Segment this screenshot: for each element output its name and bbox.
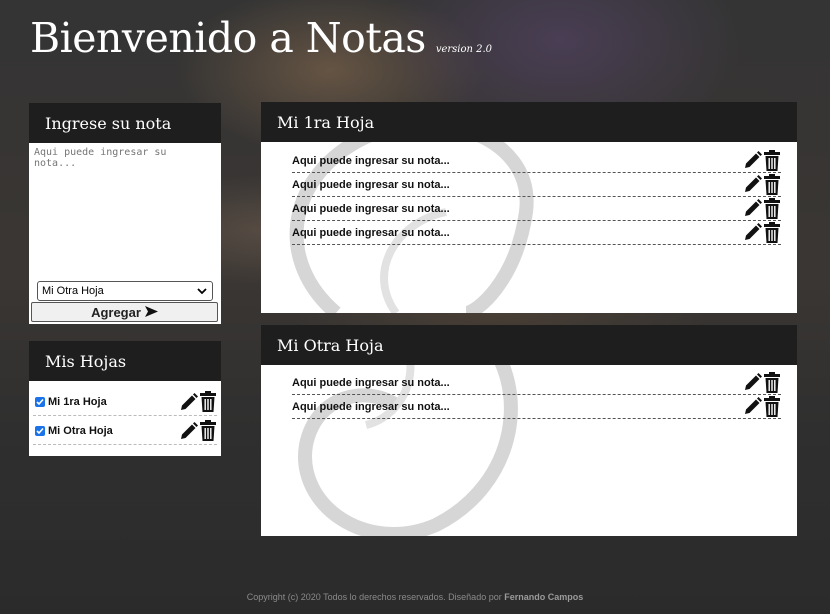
pencil-icon[interactable] <box>742 150 763 171</box>
footer-author: Fernando Campos <box>504 592 584 602</box>
trash-icon[interactable] <box>763 149 781 172</box>
add-note-button[interactable]: Agregar <box>31 302 218 322</box>
pencil-icon[interactable] <box>178 421 199 442</box>
header: Bienvenido a Notas version 2.0 <box>30 14 492 62</box>
note-input[interactable] <box>31 145 217 279</box>
pencil-icon[interactable] <box>742 372 763 393</box>
note-text: Aqui puede ingresar su nota... <box>292 376 450 389</box>
sheet-select[interactable]: Mi Otra Hoja <box>37 281 213 301</box>
pencil-icon[interactable] <box>742 174 763 195</box>
trash-icon[interactable] <box>763 371 781 394</box>
trash-icon[interactable] <box>763 221 781 244</box>
trash-icon[interactable] <box>763 395 781 418</box>
trash-icon[interactable] <box>763 197 781 220</box>
pencil-icon[interactable] <box>742 198 763 219</box>
note-row: Aqui puede ingresar su nota... <box>292 197 781 221</box>
note-row: Aqui puede ingresar su nota... <box>292 371 781 395</box>
pencil-icon[interactable] <box>178 392 199 413</box>
arrow-right-icon <box>141 305 158 320</box>
pencil-icon[interactable] <box>742 222 763 243</box>
note-text: Aqui puede ingresar su nota... <box>292 178 450 191</box>
sheet-list-label: Mi 1ra Hoja <box>48 396 107 408</box>
sheets-list-title: Mis Hojas <box>29 341 221 381</box>
note-text: Aqui puede ingresar su nota... <box>292 226 450 239</box>
note-row: Aqui puede ingresar su nota... <box>292 395 781 419</box>
sheet-card: Mi Otra Hoja Aqui puede ingresar su nota… <box>261 325 797 536</box>
sheet-list-item: Mi Otra Hoja <box>33 418 217 445</box>
sheet-visibility-checkbox[interactable] <box>35 426 45 436</box>
sheet-title: Mi Otra Hoja <box>261 325 797 365</box>
note-text: Aqui puede ingresar su nota... <box>292 400 450 413</box>
note-row: Aqui puede ingresar su nota... <box>292 173 781 197</box>
pencil-icon[interactable] <box>742 396 763 417</box>
note-row: Aqui puede ingresar su nota... <box>292 221 781 245</box>
note-entry-title: Ingrese su nota <box>29 103 221 143</box>
app-title: Bienvenido a Notas <box>30 14 426 62</box>
note-row: Aqui puede ingresar su nota... <box>292 149 781 173</box>
trash-icon[interactable] <box>199 391 217 413</box>
sheet-list-item: Mi 1ra Hoja <box>33 389 217 416</box>
note-entry-panel: Ingrese su nota Mi Otra Hoja Agregar <box>29 103 221 324</box>
chevron-down-icon <box>197 286 207 299</box>
sheet-visibility-checkbox[interactable] <box>35 397 45 407</box>
footer: Copyright (c) 2020 Todos lo derechos res… <box>0 592 830 602</box>
note-text: Aqui puede ingresar su nota... <box>292 154 450 167</box>
sheet-list-label: Mi Otra Hoja <box>48 425 113 437</box>
sheet-card: Mi 1ra Hoja Aqui puede ingresar su nota.… <box>261 102 797 313</box>
trash-icon[interactable] <box>763 173 781 196</box>
app-version: version 2.0 <box>435 44 493 55</box>
add-button-label: Agregar <box>91 304 141 320</box>
sheet-title: Mi 1ra Hoja <box>261 102 797 142</box>
trash-icon[interactable] <box>199 420 217 442</box>
sheets-list-panel: Mis Hojas Mi 1ra Hoja Mi Otra Hoja <box>29 341 221 456</box>
sheet-select-value: Mi Otra Hoja <box>42 285 104 297</box>
note-text: Aqui puede ingresar su nota... <box>292 202 450 215</box>
footer-text: Copyright (c) 2020 Todos lo derechos res… <box>246 592 502 602</box>
